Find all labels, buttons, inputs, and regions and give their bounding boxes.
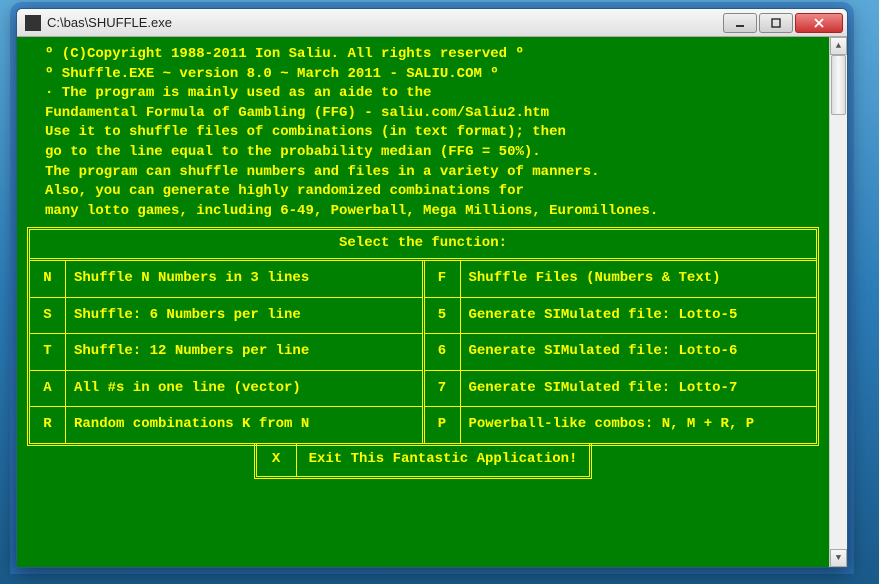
menu-desc: Exit This Fantastic Application! <box>297 444 590 476</box>
menu-desc: Random combinations K from N <box>66 407 422 443</box>
menu-item-n[interactable]: N Shuffle N Numbers in 3 lines <box>30 261 422 297</box>
menu-key: 5 <box>425 298 461 334</box>
menu-item-a[interactable]: A All #s in one line (vector) <box>30 370 422 407</box>
intro-line: many lotto games, including 6-49, Powerb… <box>27 202 819 222</box>
window-title: C:\bas\SHUFFLE.exe <box>47 15 721 30</box>
menu-item-s[interactable]: S Shuffle: 6 Numbers per line <box>30 297 422 334</box>
vertical-scrollbar[interactable]: ▲ ▼ <box>829 37 847 567</box>
menu-item-6[interactable]: 6 Generate SIMulated file: Lotto-6 <box>425 333 817 370</box>
console-window: C:\bas\SHUFFLE.exe º (C)Copyright 1988-2… <box>16 8 848 568</box>
menu-item-f[interactable]: F Shuffle Files (Numbers & Text) <box>425 261 817 297</box>
menu-key: N <box>30 261 66 297</box>
menu-item-r[interactable]: R Random combinations K from N <box>30 406 422 443</box>
menu-desc: Generate SIMulated file: Lotto-5 <box>461 298 817 334</box>
close-icon <box>814 18 824 28</box>
console-area[interactable]: º (C)Copyright 1988-2011 Ion Saliu. All … <box>17 37 829 567</box>
scroll-down-button[interactable]: ▼ <box>830 549 847 567</box>
menu-key: T <box>30 334 66 370</box>
minimize-button[interactable] <box>723 13 757 33</box>
titlebar[interactable]: C:\bas\SHUFFLE.exe <box>17 9 847 37</box>
maximize-button[interactable] <box>759 13 793 33</box>
menu-column-right: F Shuffle Files (Numbers & Text) 5 Gener… <box>425 261 817 443</box>
intro-line: Use it to shuffle files of combinations … <box>27 123 819 143</box>
scroll-thumb[interactable] <box>831 55 846 115</box>
intro-line: Fundamental Formula of Gambling (FFG) - … <box>27 104 819 124</box>
minimize-icon <box>735 18 745 28</box>
menu-desc: Generate SIMulated file: Lotto-6 <box>461 334 817 370</box>
menu-key: P <box>425 407 461 443</box>
menu-key: X <box>257 444 297 476</box>
menu-desc: Powerball-like combos: N, M + R, P <box>461 407 817 443</box>
menu-item-7[interactable]: 7 Generate SIMulated file: Lotto-7 <box>425 370 817 407</box>
maximize-icon <box>771 18 781 28</box>
menu-table: Select the function: N Shuffle N Numbers… <box>27 227 819 446</box>
menu-item-t[interactable]: T Shuffle: 12 Numbers per line <box>30 333 422 370</box>
window-controls <box>721 13 843 33</box>
menu-column-left: N Shuffle N Numbers in 3 lines S Shuffle… <box>30 261 425 443</box>
menu-desc: Generate SIMulated file: Lotto-7 <box>461 371 817 407</box>
intro-line: go to the line equal to the probability … <box>27 143 819 163</box>
menu-key: 7 <box>425 371 461 407</box>
app-icon <box>25 15 41 31</box>
menu-key: S <box>30 298 66 334</box>
menu-desc: Shuffle N Numbers in 3 lines <box>66 261 422 297</box>
intro-line: º Shuffle.EXE ~ version 8.0 ~ March 2011… <box>27 65 819 85</box>
menu-key: A <box>30 371 66 407</box>
menu-desc: All #s in one line (vector) <box>66 371 422 407</box>
menu-header: Select the function: <box>30 230 816 261</box>
close-button[interactable] <box>795 13 843 33</box>
menu-desc: Shuffle: 12 Numbers per line <box>66 334 422 370</box>
menu-item-p[interactable]: P Powerball-like combos: N, M + R, P <box>425 406 817 443</box>
menu-key: R <box>30 407 66 443</box>
menu-grid: N Shuffle N Numbers in 3 lines S Shuffle… <box>30 261 816 443</box>
menu-desc: Shuffle: 6 Numbers per line <box>66 298 422 334</box>
menu-item-exit[interactable]: X Exit This Fantastic Application! <box>254 444 593 479</box>
intro-line: The program can shuffle numbers and file… <box>27 163 819 183</box>
menu-desc: Shuffle Files (Numbers & Text) <box>461 261 817 297</box>
menu-key: 6 <box>425 334 461 370</box>
intro-line: º (C)Copyright 1988-2011 Ion Saliu. All … <box>27 45 819 65</box>
intro-line: Also, you can generate highly randomized… <box>27 182 819 202</box>
menu-item-5[interactable]: 5 Generate SIMulated file: Lotto-5 <box>425 297 817 334</box>
intro-line: · The program is mainly used as an aide … <box>27 84 819 104</box>
scroll-up-button[interactable]: ▲ <box>830 37 847 55</box>
menu-key: F <box>425 261 461 297</box>
exit-row: X Exit This Fantastic Application! <box>27 444 819 479</box>
